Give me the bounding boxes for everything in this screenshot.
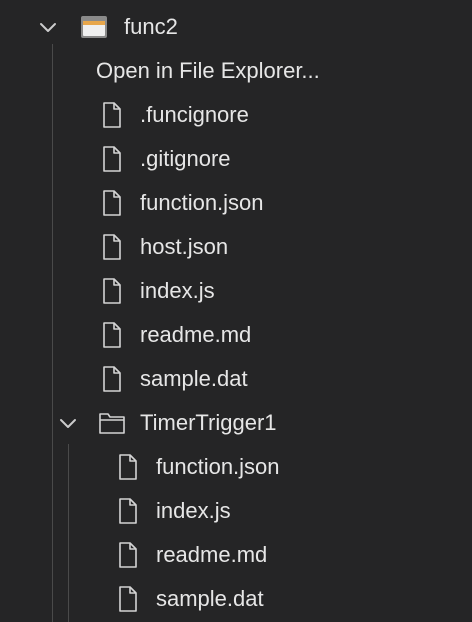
- file-row[interactable]: .gitignore: [0, 137, 472, 181]
- folder-open-icon: [81, 16, 107, 38]
- file-icon: [119, 542, 137, 568]
- file-icon: [103, 366, 121, 392]
- file-icon: [119, 586, 137, 612]
- file-icon: [103, 190, 121, 216]
- file-row[interactable]: sample.dat: [0, 357, 472, 401]
- file-name: sample.dat: [140, 366, 248, 391]
- file-icon: [103, 322, 121, 348]
- chevron-down-icon[interactable]: [58, 413, 78, 433]
- file-row[interactable]: .funcignore: [0, 93, 472, 137]
- file-icon: [103, 234, 121, 260]
- file-row[interactable]: readme.md: [0, 313, 472, 357]
- folder-name: func2: [124, 14, 178, 39]
- file-row[interactable]: host.json: [0, 225, 472, 269]
- file-name: function.json: [140, 190, 264, 215]
- folder-row-func2[interactable]: func2: [0, 5, 472, 49]
- chevron-down-icon[interactable]: [38, 17, 58, 37]
- folder-name: TimerTrigger1: [140, 410, 277, 435]
- file-icon: [103, 146, 121, 172]
- file-icon: [119, 498, 137, 524]
- folder-row-timertrigger1[interactable]: TimerTrigger1: [0, 401, 472, 445]
- file-row[interactable]: function.json: [0, 181, 472, 225]
- folder-icon: [99, 413, 125, 434]
- file-row[interactable]: function.json: [0, 445, 472, 489]
- file-name: readme.md: [156, 542, 268, 567]
- open-in-file-explorer-item[interactable]: Open in File Explorer...: [0, 49, 472, 93]
- file-name: .funcignore: [140, 102, 249, 127]
- file-row[interactable]: index.js: [0, 269, 472, 313]
- file-row[interactable]: readme.md: [0, 533, 472, 577]
- file-icon: [103, 102, 121, 128]
- file-name: .gitignore: [140, 146, 231, 171]
- file-row[interactable]: index.js: [0, 489, 472, 533]
- file-name: index.js: [140, 278, 215, 303]
- file-name: function.json: [156, 454, 280, 479]
- file-explorer-tree: func2 Open in File Explorer... .funcigno…: [0, 0, 472, 622]
- file-name: host.json: [140, 234, 229, 259]
- file-name: index.js: [156, 498, 231, 523]
- file-row[interactable]: sample.dat: [0, 577, 472, 621]
- context-action-label: Open in File Explorer...: [96, 58, 320, 83]
- file-name: readme.md: [140, 322, 252, 347]
- file-icon: [103, 278, 121, 304]
- file-name: sample.dat: [156, 586, 264, 611]
- file-icon: [119, 454, 137, 480]
